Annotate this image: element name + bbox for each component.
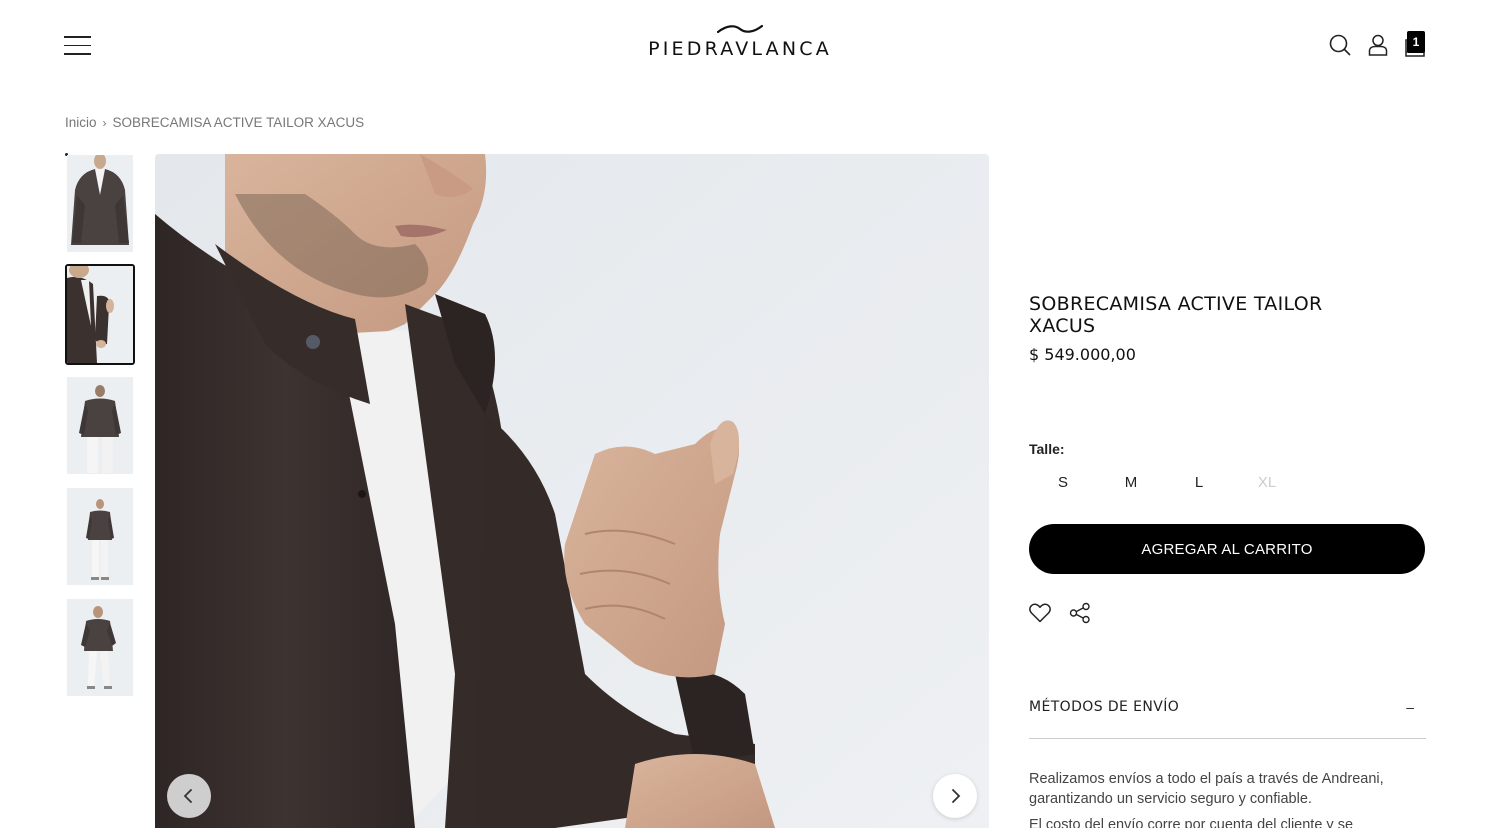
search-icon[interactable] [1328,33,1352,57]
collapse-icon[interactable]: – [1406,699,1414,715]
heart-icon[interactable] [1029,603,1051,628]
previous-image-button[interactable] [167,774,211,818]
breadcrumb-current: SOBRECAMISA ACTIVE TAILOR XACUS [112,115,365,130]
product-price: $ 549.000,00 [1029,345,1136,364]
product-title: SOBRECAMISA ACTIVE TAILOR XACUS [1029,293,1323,337]
shipping-methods-accordion[interactable]: MÉTODOS DE ENVÍO – [1029,699,1426,739]
size-option-l[interactable]: L [1165,467,1233,497]
add-to-cart-button[interactable]: AGREGAR AL CARRITO [1029,524,1425,574]
next-image-button[interactable] [933,774,977,818]
thumbnail-4[interactable] [65,486,135,587]
product-actions [1029,602,1091,629]
thumbnail-2[interactable] [65,264,135,365]
main-product-image[interactable] [155,154,989,828]
size-option-m[interactable]: M [1097,467,1165,497]
cart-count-badge[interactable]: 1 [1407,31,1425,53]
thumbnail-list [65,153,135,708]
user-icon[interactable] [1366,33,1390,57]
shipping-description: Realizamos envíos a todo el país a travé… [1029,769,1426,828]
size-label: Talle: [1029,441,1065,457]
shipping-text-paragraph-1: Realizamos envíos a todo el país a travé… [1029,771,1384,807]
size-option-xl[interactable]: XL [1233,467,1301,497]
thumbnail-5[interactable] [65,597,135,698]
logo-text: PIEDRAVLANCA [648,38,832,60]
size-selector: S M L XL [1029,467,1301,497]
site-header: PIEDRAVLANCA [0,0,1506,95]
menu-icon[interactable] [64,36,91,56]
shipping-text-paragraph-2: El costo del envío corre por cuenta del … [1029,817,1354,828]
shipping-methods-title: MÉTODOS DE ENVÍO [1029,699,1180,715]
breadcrumb: Inicio › SOBRECAMISA ACTIVE TAILOR XACUS [65,115,364,130]
share-icon[interactable] [1069,602,1091,629]
chevron-right-icon [952,789,961,803]
logo[interactable]: PIEDRAVLANCA [639,24,841,66]
chevron-left-icon [183,789,192,803]
size-option-s[interactable]: S [1029,467,1097,497]
product-photo [155,154,989,828]
thumbnail-3[interactable] [65,375,135,476]
thumbnail-1[interactable] [65,153,135,254]
logo-wave-icon [717,24,763,34]
product-info: SOBRECAMISA ACTIVE TAILOR XACUS $ 549.00… [1029,293,1426,828]
breadcrumb-separator: › [102,115,107,130]
breadcrumb-home-link[interactable]: Inicio [65,115,97,130]
